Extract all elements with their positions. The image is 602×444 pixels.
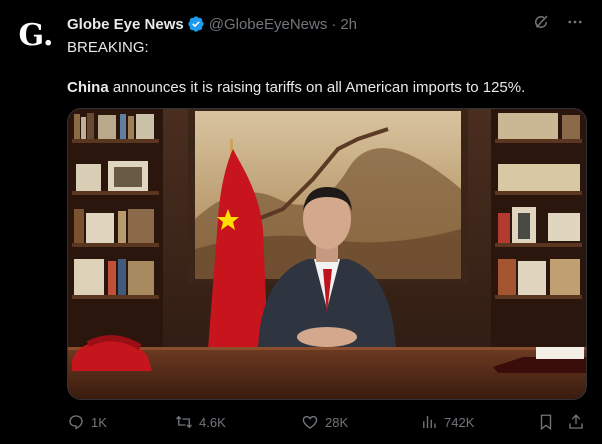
tweet-line-1: BREAKING: [67, 39, 149, 56]
tweet-text: BREAKING: China announces it is raising … [67, 38, 587, 98]
share-icon [569, 414, 583, 429]
reply-count: 1K [91, 414, 107, 430]
action-bar: 1K 4.6K 28K 742K [67, 412, 587, 432]
avatar[interactable]: G. [14, 14, 58, 58]
like-count: 28K [325, 414, 349, 430]
views-count: 742K [444, 414, 475, 430]
views-icon [423, 416, 436, 428]
repost-button[interactable]: 4.6K [175, 413, 226, 431]
separator-dot: · [331, 15, 337, 33]
tweet[interactable]: G. Globe Eye News @GlobeEyeNews · 2h BRE… [0, 0, 602, 444]
like-icon [302, 415, 318, 429]
verified-badge-icon [188, 16, 204, 32]
tweet-media[interactable] [67, 108, 587, 400]
like-button[interactable]: 28K [301, 413, 348, 431]
avatar-logo: G. [18, 18, 54, 53]
share-button[interactable] [567, 413, 585, 431]
repost-count: 4.6K [199, 414, 226, 430]
tweet-bold-word: China [67, 79, 109, 96]
reply-icon [69, 415, 83, 430]
grok-icon[interactable] [532, 13, 550, 31]
tweet-line-2-rest: announces it is raising tariffs on all A… [108, 79, 526, 96]
author-handle[interactable]: @GlobeEyeNews [209, 16, 328, 33]
author-name[interactable]: Globe Eye News [67, 16, 184, 33]
tweet-header: Globe Eye News @GlobeEyeNews · 2h [67, 15, 357, 33]
post-time[interactable]: 2h [340, 16, 357, 33]
bookmark-icon [540, 414, 552, 431]
repost-icon [176, 415, 192, 429]
media-photo [68, 109, 586, 399]
tweet-line-2: China announces it is raising tariffs on… [67, 78, 587, 98]
reply-button[interactable]: 1K [67, 413, 107, 431]
top-actions [532, 13, 584, 31]
bookmark-button[interactable] [537, 413, 555, 431]
views-button[interactable]: 742K [420, 413, 474, 431]
more-icon[interactable] [566, 13, 584, 31]
